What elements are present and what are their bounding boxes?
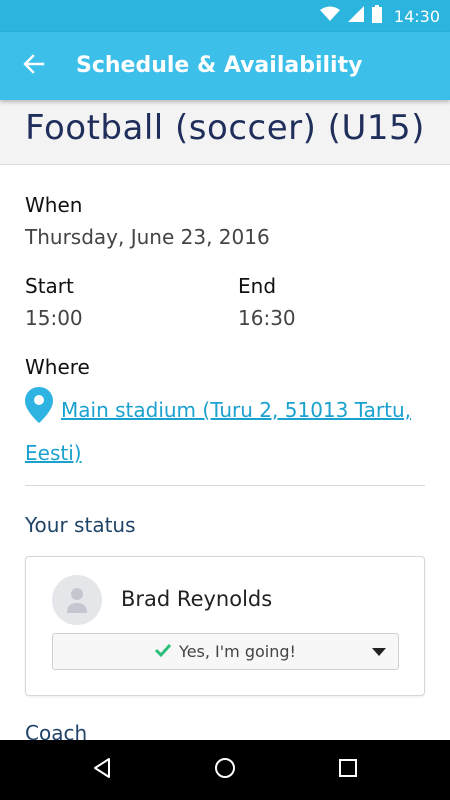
start-time: 15:00 — [25, 306, 83, 330]
your-status-title: Your status — [25, 513, 136, 537]
selected-option-label: Yes, I'm going! — [179, 642, 296, 661]
status-card: Brad Reynolds Yes, I'm going! — [25, 556, 425, 696]
check-icon — [154, 642, 172, 661]
wifi-icon — [319, 6, 340, 26]
app-bar: Schedule & Availability — [0, 32, 450, 100]
event-details: When Thursday, June 23, 2016 Start 15:00… — [0, 165, 450, 740]
attendance-select-value: Yes, I'm going! — [53, 634, 398, 669]
nav-back-button[interactable] — [77, 745, 127, 795]
status-time: 14:30 — [393, 6, 440, 26]
nav-back-icon — [90, 756, 114, 784]
nav-recents-icon — [337, 757, 359, 783]
start-label: Start — [25, 274, 74, 298]
end-time: 16:30 — [238, 306, 296, 330]
system-nav-bar — [0, 740, 450, 800]
nav-home-icon — [213, 756, 237, 784]
coach-title: Coach — [25, 721, 88, 740]
event-header: Football (soccer) (U15) — [0, 100, 450, 165]
app-title: Schedule & Availability — [76, 53, 363, 78]
attendance-select[interactable]: Yes, I'm going! — [52, 633, 399, 670]
event-title: Football (soccer) (U15) — [25, 108, 425, 148]
where-label: Where — [25, 355, 90, 379]
end-label: End — [238, 274, 277, 298]
event-date: Thursday, June 23, 2016 — [25, 225, 270, 249]
user-avatar-icon — [52, 588, 102, 625]
avatar — [52, 575, 102, 625]
signal-icon — [347, 6, 364, 26]
battery-icon — [371, 5, 382, 27]
member-name: Brad Reynolds — [121, 587, 273, 611]
back-button[interactable] — [18, 50, 50, 82]
dropdown-caret-icon — [372, 648, 386, 656]
nav-home-button[interactable] — [200, 745, 250, 795]
nav-recents-button[interactable] — [323, 745, 373, 795]
when-label: When — [25, 193, 83, 217]
section-divider — [25, 485, 425, 486]
status-icons: 14:30 — [319, 0, 440, 32]
status-bar: 14:30 — [0, 0, 450, 32]
back-arrow-icon — [23, 53, 45, 79]
location-pin-icon — [25, 387, 53, 435]
location-block: Main stadium (Turu 2, 51013 Tartu, Eesti… — [25, 387, 425, 472]
location-link[interactable]: Main stadium (Turu 2, 51013 Tartu, Eesti… — [25, 398, 411, 465]
